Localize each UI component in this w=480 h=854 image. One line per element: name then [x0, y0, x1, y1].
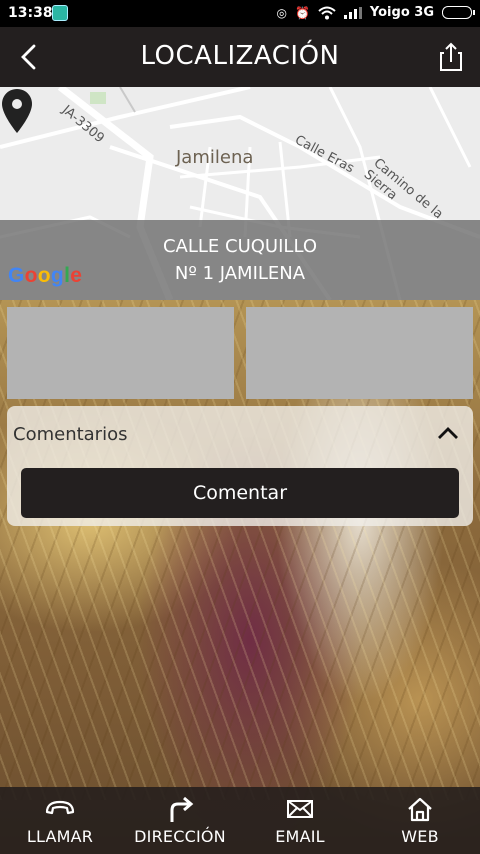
web-button[interactable]: WEB	[360, 787, 480, 854]
carrier-label: Yoigo 3G	[369, 5, 434, 20]
share-button[interactable]	[434, 39, 468, 75]
app-bar: LOCALIZACIÓN	[0, 27, 480, 87]
hotspot-icon: ◎	[276, 5, 287, 20]
address-line-1: CALLE CUQUILLO	[162, 236, 317, 257]
map-pin-icon	[2, 89, 32, 133]
web-label: WEB	[401, 827, 439, 846]
comment-button[interactable]: Comentar	[21, 468, 459, 518]
address-overlay: CALLE CUQUILLO Nº 1 JAMILENA	[0, 220, 480, 300]
email-label: EMAIL	[275, 827, 325, 846]
info-tile-right[interactable]	[246, 307, 473, 399]
alarm-icon: ⏰	[294, 5, 310, 20]
call-label: LLAMAR	[26, 827, 94, 846]
map-view[interactable]: JA-3309 Calle Eras Camino de la Sierra J…	[0, 87, 480, 300]
map-town-label: Jamilena	[176, 147, 254, 168]
page-title: LOCALIZACIÓN	[140, 41, 340, 71]
turn-right-arrow-icon	[170, 796, 194, 822]
collapse-comments-button[interactable]	[435, 420, 461, 446]
status-bar: 13:38 ◎ ⏰ Yoigo 3G	[0, 0, 480, 27]
email-button[interactable]: EMAIL	[240, 787, 360, 854]
status-indicators: ◎ ⏰ Yoigo 3G	[276, 5, 475, 20]
chevron-up-icon	[438, 427, 458, 439]
home-icon	[408, 797, 432, 822]
info-tile-left[interactable]	[7, 307, 234, 399]
call-button[interactable]: LLAMAR	[0, 787, 120, 854]
share-icon	[440, 42, 462, 71]
bottom-nav: LLAMAR DIRECCIÓN EMAIL WEB	[0, 787, 480, 854]
signal-icon	[343, 6, 362, 19]
status-time: 13:38	[8, 5, 53, 21]
direction-label: DIRECCIÓN	[134, 827, 226, 846]
comments-label: Comentarios	[13, 424, 128, 445]
wifi-icon	[318, 6, 336, 19]
comments-panel: Comentarios Comentar	[7, 406, 473, 526]
envelope-icon	[287, 800, 313, 818]
notification-app-icon	[52, 5, 68, 21]
phone-icon	[45, 800, 75, 815]
direction-button[interactable]: DIRECCIÓN	[120, 787, 240, 854]
google-logo: Google	[8, 264, 83, 287]
battery-icon	[442, 6, 475, 19]
